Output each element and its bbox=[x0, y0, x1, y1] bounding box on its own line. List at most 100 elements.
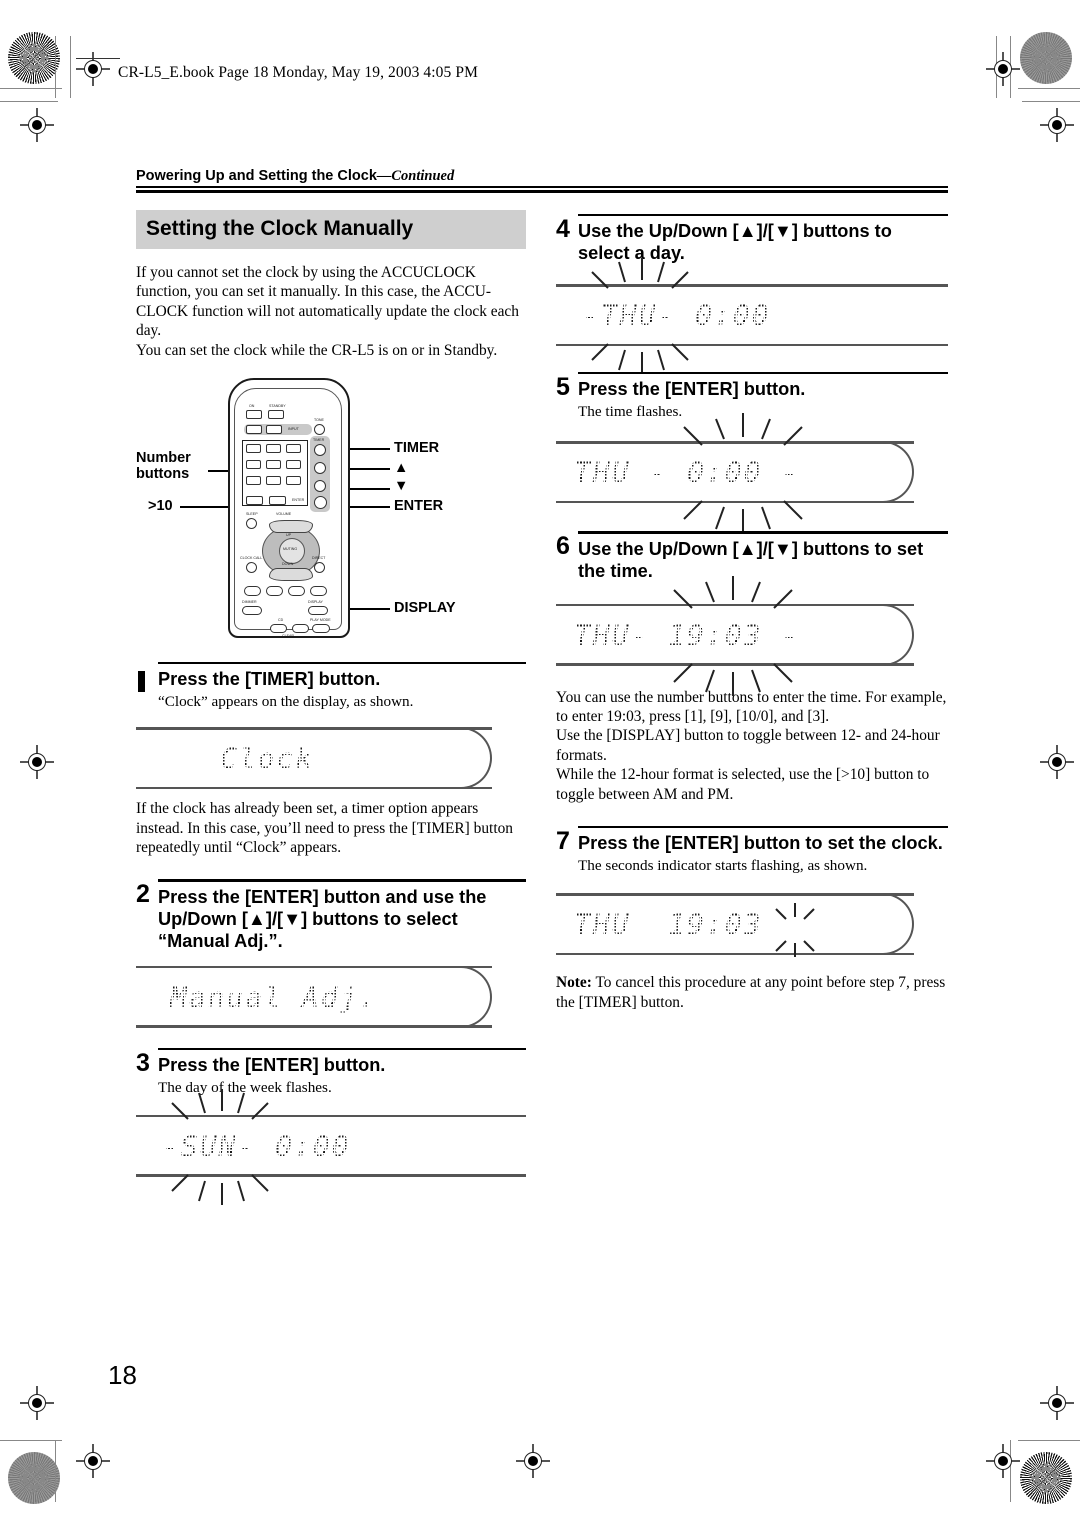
lcd-display-thu-1903-flash: THU- 19:03 - bbox=[556, 575, 948, 696]
registration-mark-top-left-lower bbox=[20, 108, 54, 142]
remote-button-5[interactable] bbox=[266, 460, 281, 469]
remote-button-on[interactable] bbox=[246, 410, 262, 419]
remote-label-clock-call: CLOCK CALL bbox=[240, 556, 263, 560]
remote-label-on: ON bbox=[249, 404, 255, 408]
remote-button-sleep[interactable] bbox=[246, 518, 257, 529]
lcd-display-thu-1903-seconds: THU 19:03 bbox=[556, 893, 948, 958]
remote-label-enter-key: ENTER bbox=[292, 498, 305, 502]
step-3: 3 Press the [ENTER] button. The day of t… bbox=[136, 1047, 526, 1205]
remote-button-tone[interactable] bbox=[314, 424, 325, 435]
step-1-marker bbox=[138, 671, 145, 693]
step-7-note: Note: To cancel this procedure at any po… bbox=[556, 973, 948, 1012]
crop-line-top-left-v2 bbox=[70, 36, 72, 98]
section-title-banner: Setting the Clock Manually bbox=[136, 210, 526, 249]
remote-button-2[interactable] bbox=[266, 444, 281, 453]
callout-number-buttons: Number buttons bbox=[136, 450, 191, 482]
remote-label-muting: MUTING bbox=[283, 547, 298, 551]
step-3-rule bbox=[158, 1047, 526, 1050]
lcd-display-thu-day: -THU- 0:00 bbox=[556, 258, 948, 375]
remote-button-10-0[interactable] bbox=[269, 496, 286, 505]
step-4-number: 4 bbox=[556, 215, 570, 243]
remote-button-cd-play[interactable] bbox=[292, 624, 309, 633]
remote-button-input-up[interactable] bbox=[266, 425, 282, 434]
corner-calibration-star-top-left bbox=[8, 32, 60, 84]
registration-mark-bottom-right-outer bbox=[986, 1444, 1020, 1478]
crop-line-top-right-h bbox=[1018, 88, 1080, 90]
lcd-display-clock: Clock bbox=[136, 727, 526, 790]
running-head-rule-thin bbox=[136, 186, 948, 188]
remote-button-9[interactable] bbox=[286, 476, 301, 485]
step-6-after-text: You can use the number buttons to enter … bbox=[556, 688, 947, 803]
remote-button-rewind[interactable] bbox=[266, 586, 283, 596]
remote-button-input-down[interactable] bbox=[246, 425, 262, 434]
remote-button-8[interactable] bbox=[266, 476, 281, 485]
remote-button-direct[interactable] bbox=[314, 562, 325, 573]
step-1-title: Press the [TIMER] button. bbox=[158, 669, 381, 690]
remote-button-timer[interactable] bbox=[314, 444, 326, 456]
callout-up-arrow: ▲ bbox=[394, 460, 409, 476]
remote-volume-down-rocker[interactable] bbox=[269, 568, 313, 581]
registration-mark-bottom-left-outer bbox=[76, 1444, 110, 1478]
remote-label-direct: DIRECT bbox=[312, 556, 326, 560]
remote-button-forward[interactable] bbox=[288, 586, 305, 596]
step-2-number: 2 bbox=[136, 880, 150, 909]
remote-button-enter[interactable] bbox=[314, 496, 327, 509]
corner-calibration-star-bottom-left bbox=[8, 1452, 60, 1504]
remote-button-play-mode[interactable] bbox=[312, 624, 330, 633]
registration-mark-bottom-right bbox=[1040, 1386, 1074, 1420]
book-file-header: CR-L5_E.book Page 18 Monday, May 19, 200… bbox=[118, 64, 478, 81]
page-number: 18 bbox=[108, 1360, 137, 1390]
remote-label-standby: STANDBY bbox=[269, 404, 286, 408]
intro-paragraph-2: You can set the clock while the CR-L5 is… bbox=[136, 341, 498, 359]
remote-button-cd-stop[interactable] bbox=[270, 624, 287, 633]
remote-button-dimmer[interactable] bbox=[242, 606, 262, 615]
step-2-title: Press the [ENTER] button and use the Up/… bbox=[158, 886, 487, 951]
remote-button-4[interactable] bbox=[246, 460, 261, 469]
remote-button-3[interactable] bbox=[286, 444, 301, 453]
callout-number-buttons-line2: buttons bbox=[136, 466, 190, 482]
remote-button-prev[interactable] bbox=[244, 586, 261, 596]
remote-button-standby[interactable] bbox=[268, 410, 284, 419]
remote-button-6[interactable] bbox=[286, 460, 301, 469]
remote-label-timer-key: TIMER bbox=[313, 438, 325, 442]
step-1: Press the [TIMER] button. “Clock” appear… bbox=[136, 662, 526, 857]
lcd-display-manual-adj: Manual Adj. bbox=[136, 965, 526, 1028]
remote-button-muting[interactable] bbox=[279, 538, 305, 564]
step-5-title: Press the [ENTER] button. bbox=[578, 379, 806, 400]
crop-line-bottom-left-h bbox=[0, 1440, 62, 1442]
remote-label-dimmer: DIMMER bbox=[242, 600, 257, 604]
step-7: 7 Press the [ENTER] button to set the cl… bbox=[556, 826, 948, 1012]
remote-button-display[interactable] bbox=[308, 606, 328, 615]
remote-button-next[interactable] bbox=[310, 586, 327, 596]
lcd-text-thu-time-flash: THU - 0:00 - bbox=[574, 455, 801, 489]
step-2: 2 Press the [ENTER] button and use the U… bbox=[136, 879, 526, 1028]
remote-volume-up-rocker[interactable] bbox=[269, 520, 313, 533]
step-4-title: Use the Up/Down [▲]/[▼] buttons to selec… bbox=[578, 221, 892, 264]
step-7-title: Press the [ENTER] button to set the cloc… bbox=[578, 833, 943, 854]
callout-enter: ENTER bbox=[394, 498, 444, 514]
callout-gt10: >10 bbox=[148, 498, 173, 514]
step-7-rule bbox=[578, 826, 948, 829]
remote-button-1[interactable] bbox=[246, 444, 261, 453]
remote-button-7[interactable] bbox=[246, 476, 261, 485]
remote-button-up[interactable] bbox=[314, 462, 326, 474]
left-column: Setting the Clock Manually If you cannot… bbox=[136, 210, 526, 1205]
remote-button-down[interactable] bbox=[314, 480, 326, 492]
lcd-text-thu-1903-flash: THU- 19:03 - bbox=[574, 618, 801, 652]
step-6-number: 6 bbox=[556, 532, 570, 561]
running-head-rule-thick bbox=[136, 190, 948, 193]
remote-label-input: INPUT bbox=[288, 427, 299, 431]
registration-mark-top-right bbox=[986, 52, 1020, 86]
remote-button-clock-call[interactable] bbox=[246, 562, 257, 573]
step-6-rule bbox=[578, 531, 948, 534]
note-label: Note: bbox=[556, 974, 592, 992]
step-5-number: 5 bbox=[556, 373, 570, 402]
crop-line-bottom-left-v bbox=[55, 1440, 57, 1502]
step-3-subtitle: The day of the week flashes. bbox=[158, 1078, 332, 1096]
step-1-rule bbox=[158, 662, 526, 665]
running-head-continued: —Continued bbox=[376, 168, 455, 184]
step-5: 5 Press the [ENTER] button. The time fla… bbox=[556, 372, 948, 534]
remote-button-gt10[interactable] bbox=[246, 496, 263, 505]
remote-label-sleep: SLEEP bbox=[246, 512, 258, 516]
registration-mark-top-right-lower bbox=[1040, 108, 1074, 142]
